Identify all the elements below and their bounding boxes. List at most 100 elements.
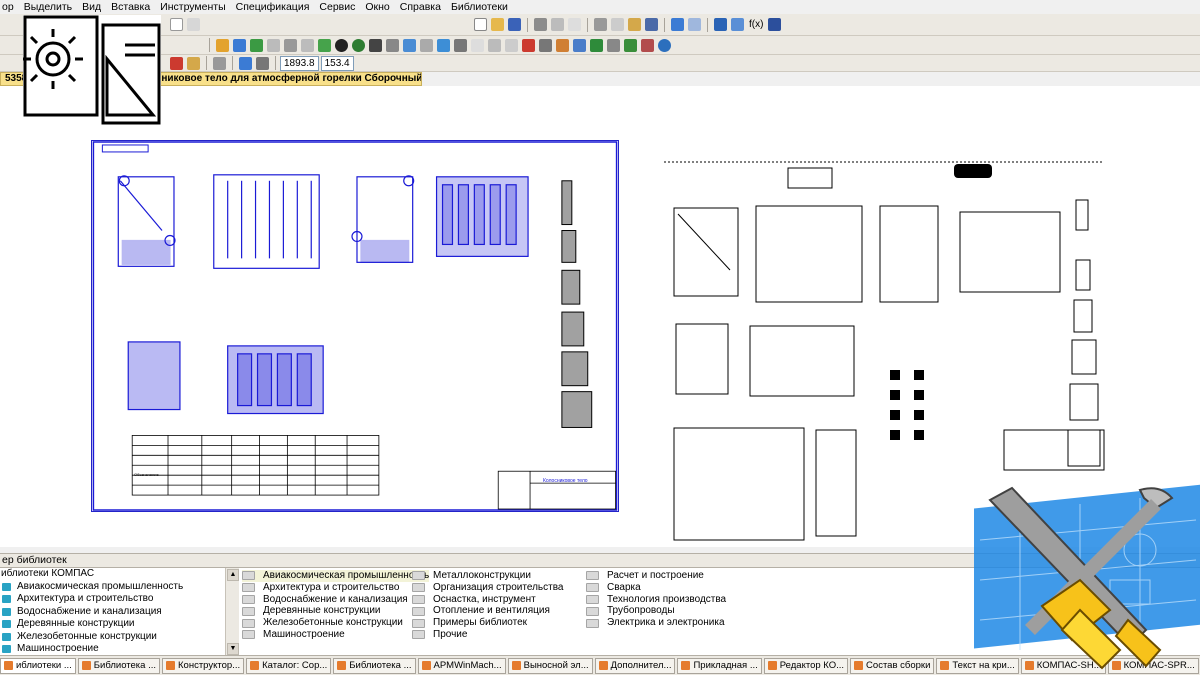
spec-icon[interactable] bbox=[403, 38, 416, 52]
library-folder[interactable]: Электрика и электроника bbox=[586, 617, 726, 629]
taskbar-tab[interactable]: Библиотека ... bbox=[333, 657, 416, 674]
library-folder[interactable]: Оснастка, инструмент bbox=[412, 594, 563, 606]
taskbar-tab[interactable]: Конструктор... bbox=[162, 657, 245, 674]
library-tree-item[interactable]: Авиакосмическая промышленность bbox=[0, 581, 225, 594]
menu-item[interactable]: Окно bbox=[365, 1, 389, 13]
local-cs-icon[interactable] bbox=[256, 56, 269, 70]
library-folder[interactable]: Прочие bbox=[412, 629, 563, 641]
arc-icon[interactable] bbox=[471, 38, 484, 52]
paste-icon[interactable] bbox=[628, 18, 641, 31]
menu-item[interactable]: Инструменты bbox=[160, 1, 225, 13]
menu-item[interactable]: Выделить bbox=[24, 1, 72, 13]
library-tree-scrollbar[interactable]: ▲ ▼ bbox=[225, 568, 239, 656]
taskbar-tab[interactable]: Дополнител... bbox=[594, 657, 676, 674]
taskbar-tab[interactable]: APMWinMach... bbox=[417, 657, 506, 674]
library-folder[interactable]: Технология производства bbox=[586, 594, 726, 606]
library-tree-item[interactable]: Машиностроение bbox=[0, 643, 225, 656]
coord-icon[interactable] bbox=[239, 56, 252, 70]
circle-icon[interactable] bbox=[335, 38, 348, 52]
zoom-out-icon[interactable] bbox=[250, 38, 263, 52]
show-all-icon[interactable] bbox=[318, 38, 331, 52]
library-folder[interactable]: Трубопроводы bbox=[586, 605, 726, 617]
library-tree-item[interactable]: Архитектура и строительство bbox=[0, 593, 225, 606]
taskbar-tab[interactable]: иблиотеки ... bbox=[0, 657, 76, 674]
library-folder[interactable]: Деревянные конструкции bbox=[242, 605, 429, 617]
library-icon[interactable] bbox=[590, 38, 603, 52]
text-icon[interactable] bbox=[454, 38, 467, 52]
properties-icon[interactable] bbox=[645, 18, 658, 31]
globe-icon[interactable] bbox=[352, 38, 365, 52]
view-icon[interactable] bbox=[437, 38, 450, 52]
cut-icon[interactable] bbox=[594, 18, 607, 31]
preview-icon[interactable] bbox=[551, 18, 564, 31]
filter-icon[interactable] bbox=[641, 38, 654, 52]
fx-button[interactable]: f(x) bbox=[749, 19, 763, 30]
library-folder[interactable]: Отопление и вентиляция bbox=[412, 605, 563, 617]
menu-item[interactable]: ор bbox=[2, 1, 14, 13]
menu-item[interactable]: Вид bbox=[82, 1, 101, 13]
taskbar-tab[interactable]: Редактор КО... bbox=[763, 657, 849, 674]
grid-icon[interactable] bbox=[301, 38, 314, 52]
table-icon[interactable] bbox=[420, 38, 433, 52]
menu-item[interactable]: Вставка bbox=[111, 1, 150, 13]
search-icon[interactable] bbox=[573, 38, 586, 52]
menu-item[interactable]: Библиотеки bbox=[451, 1, 508, 13]
snap-icon[interactable] bbox=[187, 56, 200, 70]
scroll-up-arrow-icon[interactable]: ▲ bbox=[227, 569, 239, 581]
library-tree-root[interactable]: иблиотеки КОМПАС bbox=[0, 568, 225, 581]
save-icon[interactable] bbox=[508, 18, 521, 31]
library-tree-item[interactable]: Водоснабжение и канализация bbox=[0, 606, 225, 619]
library-folder[interactable]: Металлоконструкции bbox=[412, 570, 563, 582]
refresh-icon[interactable] bbox=[284, 38, 297, 52]
library-folder[interactable]: Машиностроение bbox=[242, 629, 429, 641]
coord-x-field[interactable]: 1893.8 bbox=[280, 55, 319, 71]
help-icon[interactable] bbox=[768, 18, 782, 31]
zoom-in-icon[interactable] bbox=[233, 38, 246, 52]
weld-icon[interactable] bbox=[556, 38, 569, 52]
copy-icon[interactable] bbox=[611, 18, 624, 31]
hatch-icon[interactable] bbox=[505, 38, 518, 52]
check-icon[interactable] bbox=[624, 38, 637, 52]
menu-item[interactable]: Сервис bbox=[319, 1, 355, 13]
print-icon[interactable] bbox=[534, 18, 547, 31]
drawing-canvas[interactable]: Колосниковое тело Обозначение bbox=[0, 86, 1200, 547]
page-icon[interactable] bbox=[568, 18, 581, 31]
taskbar-tab[interactable]: Каталог: Сор... bbox=[246, 657, 332, 674]
menu-item[interactable]: Справка bbox=[400, 1, 441, 13]
open-folder-icon[interactable] bbox=[491, 18, 504, 31]
library-folder[interactable]: Сварка bbox=[586, 582, 726, 594]
library-folder[interactable]: Водоснабжение и канализация bbox=[242, 594, 429, 606]
library-tree-item[interactable]: Железобетонные конструкции bbox=[0, 631, 225, 644]
arrow-cursor-icon[interactable] bbox=[170, 18, 183, 31]
scroll-down-arrow-icon[interactable]: ▼ bbox=[227, 643, 239, 655]
menu-item[interactable]: Спецификация bbox=[236, 1, 310, 13]
redo-icon[interactable] bbox=[688, 18, 701, 31]
library-folder[interactable]: Железобетонные конструкции bbox=[242, 617, 429, 629]
coord-y-field[interactable]: 153.4 bbox=[320, 55, 354, 71]
library-tree-item[interactable]: Деревянные конструкции bbox=[0, 618, 225, 631]
tools-icon[interactable] bbox=[607, 38, 620, 52]
edit-icon[interactable] bbox=[386, 38, 399, 52]
taskbar-tab[interactable]: Прикладная ... bbox=[677, 657, 762, 674]
taskbar-tab[interactable]: Состав сборки bbox=[850, 657, 935, 674]
pan-icon[interactable] bbox=[187, 18, 200, 31]
library-folder[interactable]: Авиакосмическая промышленность bbox=[242, 570, 430, 582]
manager-icon[interactable] bbox=[714, 18, 727, 31]
symbol-icon[interactable] bbox=[488, 38, 501, 52]
undo-icon[interactable] bbox=[671, 18, 684, 31]
mark-icon[interactable] bbox=[539, 38, 552, 52]
taskbar-tab[interactable]: Библиотека ... bbox=[77, 657, 161, 674]
library-folder[interactable]: Архитектура и строительство bbox=[242, 582, 429, 594]
library-folder[interactable]: Примеры библиотек bbox=[412, 617, 563, 629]
dim-icon[interactable] bbox=[522, 38, 535, 52]
move-icon[interactable] bbox=[369, 38, 382, 52]
layers-icon[interactable] bbox=[216, 38, 229, 52]
taskbar-tab[interactable]: Выносной эл... bbox=[507, 657, 593, 674]
info-icon[interactable] bbox=[658, 38, 671, 52]
new-document-icon[interactable] bbox=[474, 18, 487, 31]
pen-icon[interactable] bbox=[170, 56, 183, 70]
calc-icon[interactable] bbox=[731, 18, 744, 31]
ortho-icon[interactable] bbox=[213, 56, 226, 70]
zoom-window-icon[interactable] bbox=[267, 38, 280, 52]
library-folder[interactable]: Расчет и построение bbox=[586, 570, 726, 582]
